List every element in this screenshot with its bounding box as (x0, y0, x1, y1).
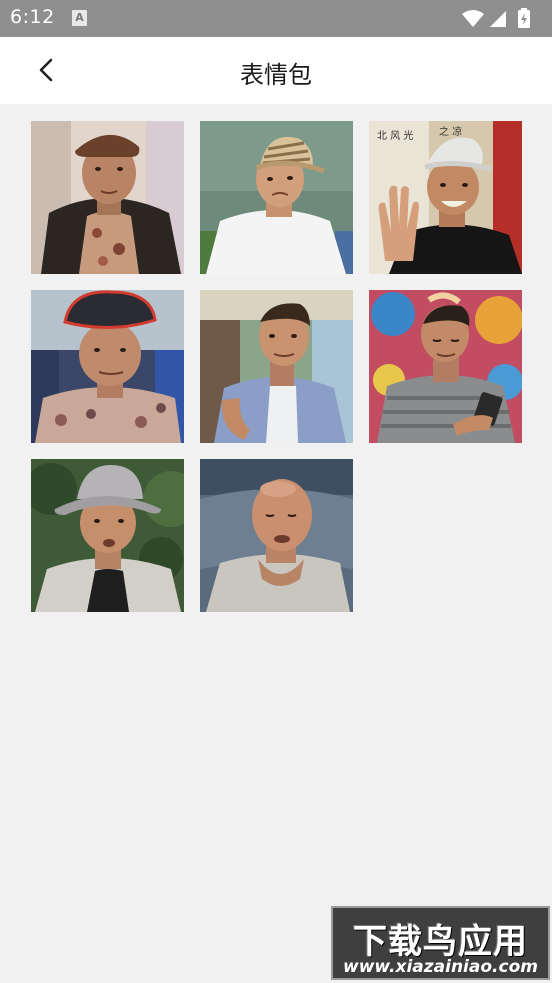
page-title: 表情包 (240, 61, 312, 89)
sticker-2[interactable] (200, 121, 353, 274)
sticker-7[interactable] (31, 459, 184, 612)
a-icon: A (72, 10, 87, 26)
sticker-4-image (31, 290, 184, 443)
status-time: 6:12 (10, 6, 55, 28)
sticker-1-image (31, 121, 184, 274)
app-bar: 表情包 (0, 37, 552, 104)
sticker-1[interactable] (31, 121, 184, 274)
sticker-3[interactable]: 北 风 光 之 凉 (369, 121, 522, 274)
sticker-7-image (31, 459, 184, 612)
watermark-main-text: 下载鸟应用 (353, 922, 528, 962)
sticker-8-image (200, 459, 353, 612)
sticker-5[interactable] (200, 290, 353, 443)
signal-icon (490, 11, 506, 27)
svg-text:之 凉: 之 凉 (439, 125, 462, 138)
watermark-logo: 下载鸟应用 www.xiazainiao.com (331, 906, 550, 980)
sticker-6-image (369, 290, 522, 443)
sticker-grid: 北 风 光 之 凉 (31, 121, 522, 612)
sticker-6[interactable] (369, 290, 522, 443)
sticker-5-image (200, 290, 353, 443)
sticker-8[interactable] (200, 459, 353, 612)
status-icons (460, 8, 542, 28)
battery-charging-icon (518, 8, 530, 28)
sticker-2-image (200, 121, 353, 274)
watermark-url-text: www.xiazainiao.com (343, 957, 538, 977)
sticker-4[interactable] (31, 290, 184, 443)
wifi-icon (462, 10, 484, 27)
sticker-3-image: 北 风 光 之 凉 (369, 121, 522, 274)
status-bar: 6:12 A (0, 0, 552, 37)
svg-text:北 风 光: 北 风 光 (377, 129, 413, 142)
